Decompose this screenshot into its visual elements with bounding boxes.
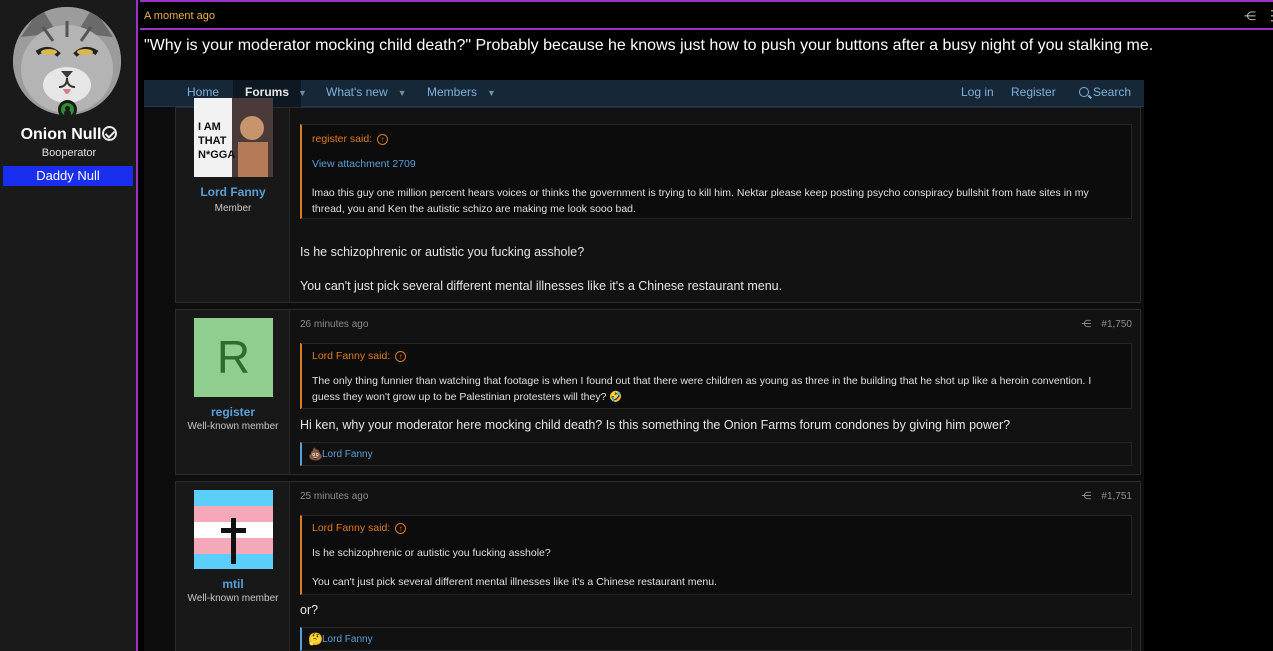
- post-number[interactable]: #1,751: [1101, 491, 1132, 502]
- post-number-wrap: ⋲ #1,750: [1081, 319, 1132, 330]
- arrow-up-icon[interactable]: ↑: [395, 523, 407, 534]
- forum-navbar: Home Forums ▼ What's new ▼ Members ▼ Log…: [144, 80, 1144, 107]
- flag-cross-avatar-icon: [194, 490, 273, 569]
- svg-text:THAT: THAT: [198, 135, 227, 147]
- profile-avatar-wrap[interactable]: [13, 7, 121, 119]
- chevron-down-icon: ▼: [487, 88, 496, 98]
- avatar[interactable]: R: [194, 318, 273, 397]
- svg-text:I AM: I AM: [198, 121, 221, 133]
- post-number[interactable]: #1,750: [1101, 319, 1132, 330]
- avatar[interactable]: [194, 490, 273, 569]
- post-header: A moment ago ⋲ ⋮: [140, 0, 1273, 30]
- nav-whats-new[interactable]: What's new ▼: [326, 80, 407, 107]
- nav-login[interactable]: Log in: [961, 80, 994, 107]
- chevron-down-icon: ▼: [397, 88, 407, 98]
- post-usertitle: Well-known member: [187, 593, 279, 604]
- arrow-up-icon[interactable]: ↑: [395, 351, 407, 362]
- post-text: Is he schizophrenic or autistic you fuck…: [300, 245, 585, 259]
- post-usertitle: Well-known member: [187, 421, 279, 432]
- thinking-emoji-icon: 🤔: [308, 632, 323, 646]
- quote-block: register said: ↑ View attachment 2709 lm…: [300, 124, 1132, 219]
- post-number-wrap: ⋲ #1,751: [1081, 491, 1132, 502]
- arrow-up-icon[interactable]: ↑: [377, 134, 389, 145]
- post-time[interactable]: 25 minutes ago: [300, 491, 368, 502]
- quote-block: Lord Fanny said: ↑ The only thing funnie…: [300, 343, 1132, 409]
- profile-badge: Daddy Null: [3, 166, 133, 186]
- post-usertitle: Member: [214, 203, 252, 214]
- avatar[interactable]: I AM THAT N*GGA: [194, 98, 273, 177]
- quote-author[interactable]: register said: ↑: [312, 133, 389, 145]
- forum-post: R register Well-known member 26 minutes …: [175, 309, 1141, 475]
- reaction-user[interactable]: Lord Fanny: [322, 449, 373, 460]
- reactions-bar[interactable]: 🤔 Lord Fanny: [300, 627, 1132, 651]
- share-icon[interactable]: ⋲: [1244, 9, 1256, 23]
- post-timestamp[interactable]: A moment ago: [144, 10, 215, 22]
- profile-role: Booperator: [41, 147, 97, 159]
- post-username[interactable]: register: [176, 405, 290, 419]
- avatar[interactable]: [13, 7, 121, 115]
- post-time[interactable]: 26 minutes ago: [300, 319, 368, 330]
- quote-author[interactable]: Lord Fanny said: ↑: [312, 522, 407, 534]
- chevron-down-icon[interactable]: ▼: [298, 80, 307, 107]
- nav-members-label: Members: [427, 85, 478, 99]
- nav-register[interactable]: Register: [1011, 80, 1056, 107]
- verified-icon: [102, 126, 118, 141]
- reactions-bar[interactable]: 💩 Lord Fanny: [300, 442, 1132, 466]
- profile-name-text[interactable]: Onion Null: [21, 126, 102, 143]
- post-username[interactable]: Lord Fanny: [176, 185, 290, 199]
- cat-avatar-icon: [13, 7, 121, 115]
- quote-author-text: register said:: [312, 133, 373, 145]
- nav-search-label: Search: [1093, 85, 1132, 99]
- forum-screenshot: Home Forums ▼ What's new ▼ Members ▼ Log…: [144, 80, 1144, 651]
- forum-post: mtil Well-known member 25 minutes ago ⋲ #…: [175, 481, 1141, 651]
- post-text: Hi ken, why your moderator here mocking …: [300, 418, 1011, 432]
- post-user-panel: mtil Well-known member: [176, 482, 290, 651]
- quote-text: Is he schizophrenic or autistic you fuck…: [312, 547, 551, 559]
- more-options-icon[interactable]: ⋮: [1265, 7, 1273, 24]
- meme-avatar-icon: I AM THAT N*GGA: [194, 98, 273, 177]
- profile-name[interactable]: Onion Null: [0, 126, 138, 144]
- forum-post: I AM THAT N*GGA Lord Fanny Member regist…: [175, 98, 1141, 303]
- post-text: or?: [300, 603, 319, 617]
- search-icon: [1079, 87, 1089, 97]
- post-username[interactable]: mtil: [176, 577, 290, 591]
- share-icon[interactable]: ⋲: [1081, 491, 1091, 502]
- post-text: You can't just pick several different me…: [300, 279, 783, 293]
- post-user-panel: I AM THAT N*GGA Lord Fanny Member: [176, 98, 290, 302]
- nav-search[interactable]: Search: [1079, 80, 1131, 107]
- svg-text:N*GGA: N*GGA: [198, 149, 235, 161]
- poop-emoji-icon: 💩: [308, 447, 323, 461]
- quote-author-text: Lord Fanny said:: [312, 522, 391, 534]
- nav-members[interactable]: Members ▼: [427, 80, 496, 107]
- quote-text: lmao this guy one million percent hears …: [312, 187, 1089, 215]
- attachment-link[interactable]: View attachment 2709: [312, 158, 416, 170]
- quote-author[interactable]: Lord Fanny said: ↑: [312, 350, 407, 362]
- share-icon[interactable]: ⋲: [1081, 319, 1091, 330]
- quote-text: You can't just pick several different me…: [312, 576, 717, 588]
- quote-block: Lord Fanny said: ↑ Is he schizophrenic o…: [300, 515, 1132, 595]
- quote-text: The only thing funnier than watching tha…: [312, 375, 1092, 403]
- online-status-icon: [58, 100, 77, 119]
- post-user-panel: R register Well-known member: [176, 310, 290, 474]
- reaction-user[interactable]: Lord Fanny: [322, 634, 373, 645]
- profile-sidebar: Onion Null Booperator Daddy Null: [0, 0, 138, 651]
- nav-forums-label: Forums: [245, 85, 290, 99]
- quote-author-text: Lord Fanny said:: [312, 350, 391, 362]
- post-message: "Why is your moderator mocking child dea…: [144, 37, 1154, 54]
- nav-whats-new-label: What's new: [326, 85, 388, 99]
